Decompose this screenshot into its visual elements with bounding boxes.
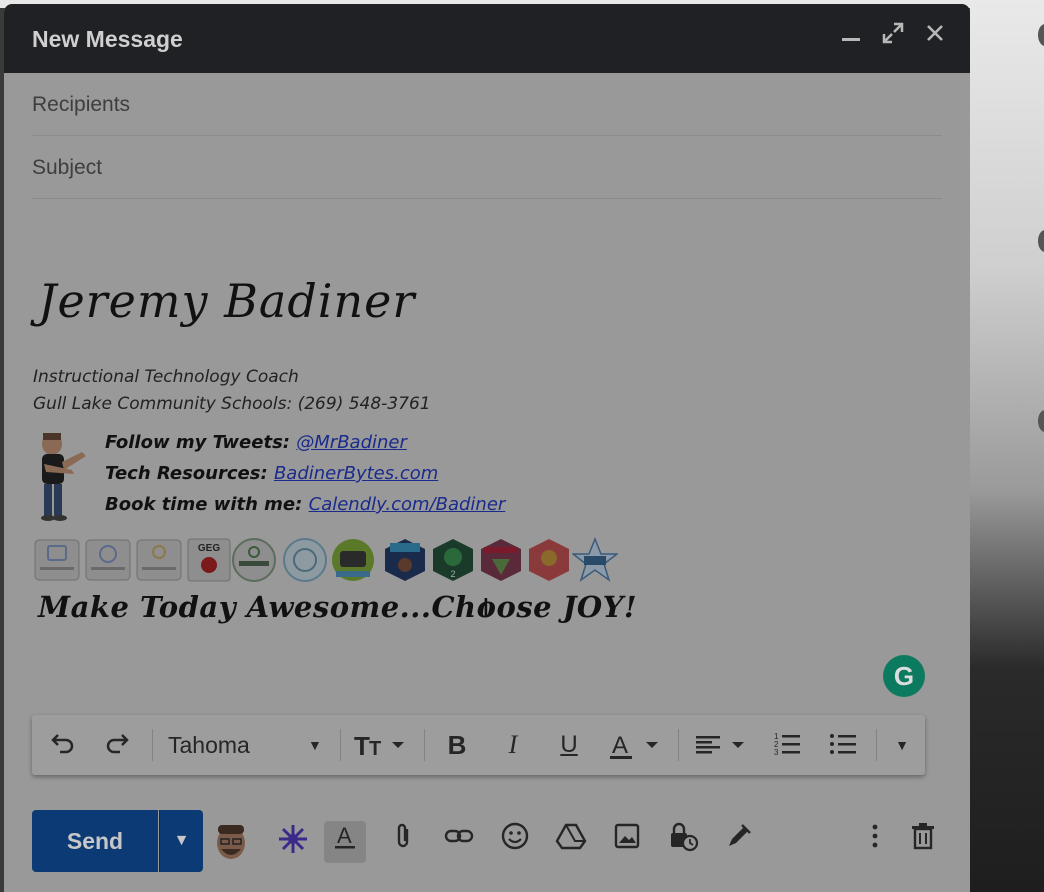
compose-title: New Message xyxy=(32,26,183,52)
compose-titlebar[interactable]: New Message xyxy=(4,4,970,73)
numbered-list-icon[interactable]: 123 xyxy=(770,729,804,761)
chevron-down-icon: ▼ xyxy=(308,737,322,753)
badge-certified-expert: 2 xyxy=(430,537,476,583)
toolbar-separator xyxy=(152,729,153,761)
compose-window: New Message Recipients Subject Jeremy Ba… xyxy=(4,4,970,892)
redo-icon[interactable] xyxy=(100,729,134,761)
badge-screencastify xyxy=(330,537,376,583)
calendly-label: Book time with me: xyxy=(105,494,303,515)
resources-label: Tech Resources: xyxy=(105,463,268,484)
drive-icon[interactable] xyxy=(550,821,592,863)
signature-pen-icon[interactable] xyxy=(718,821,760,863)
close-icon[interactable] xyxy=(920,22,950,52)
subject-field[interactable]: Subject xyxy=(32,136,942,199)
bold-icon[interactable]: B xyxy=(440,729,474,761)
formatting-toolbar: Tahoma ▼ TT B I U A 123 ▼ xyxy=(32,715,925,775)
badge-certified-innovator xyxy=(136,537,182,583)
recipients-field[interactable]: Recipients xyxy=(32,73,942,136)
text-cursor-icon: I xyxy=(482,592,490,623)
photo-icon[interactable] xyxy=(606,821,648,863)
badge-geg: GEG xyxy=(186,537,232,583)
svg-text:T: T xyxy=(354,731,370,761)
signature-role: Instructional Technology Coach xyxy=(33,367,299,387)
calendly-link[interactable]: Calendly.com/Badiner xyxy=(309,494,506,515)
send-button[interactable]: Send xyxy=(32,810,158,872)
svg-text:A: A xyxy=(612,732,628,759)
italic-icon[interactable]: I xyxy=(496,729,530,761)
twitter-link[interactable]: @MrBadiner xyxy=(296,432,407,453)
badge-certified-coach xyxy=(34,537,80,583)
more-formatting-icon[interactable]: ▼ xyxy=(888,729,916,761)
svg-text:3: 3 xyxy=(774,748,779,757)
toolbar-separator xyxy=(424,729,425,761)
text-color-icon[interactable]: A xyxy=(604,729,666,761)
confidential-mode-icon[interactable] xyxy=(662,821,704,863)
signature-twitter-line: Follow my Tweets: @MrBadiner xyxy=(105,432,407,453)
signature-name: Jeremy Badiner xyxy=(38,274,416,328)
undo-icon[interactable] xyxy=(46,729,80,761)
signature-calendly-line: Book time with me: Calendly.com/Badiner xyxy=(105,494,505,515)
svg-text:T: T xyxy=(369,738,381,760)
toolbar-separator xyxy=(678,729,679,761)
align-icon[interactable] xyxy=(690,729,752,761)
discard-draft-icon[interactable] xyxy=(902,821,944,863)
font-family-value: Tahoma xyxy=(168,732,250,758)
badge-circle xyxy=(282,537,328,583)
background-app-area xyxy=(970,0,1044,892)
svg-text:A: A xyxy=(337,823,352,848)
svg-text:GEG: GEG xyxy=(198,543,220,554)
svg-text:2: 2 xyxy=(450,569,455,579)
fullscreen-icon[interactable] xyxy=(878,22,908,52)
bitmoji-icon[interactable] xyxy=(208,821,254,863)
badge-ambassador xyxy=(231,537,277,583)
signature-motto: Make Today Awesome...Choose JOY! xyxy=(38,590,638,624)
emoji-icon[interactable] xyxy=(494,821,536,863)
minimize-icon[interactable] xyxy=(836,22,866,52)
toolbar-separator xyxy=(876,729,877,761)
more-options-icon[interactable] xyxy=(854,821,896,863)
bulleted-list-icon[interactable] xyxy=(826,729,860,761)
signature-org: Gull Lake Community Schools: (269) 548-3… xyxy=(33,394,431,414)
signature-resources-line: Tech Resources: BadinerBytes.com xyxy=(105,463,438,484)
bitmoji-avatar xyxy=(34,430,92,524)
subject-placeholder: Subject xyxy=(32,156,103,179)
badge-den-star xyxy=(570,536,620,583)
underline-icon[interactable]: U xyxy=(552,729,586,761)
toolbar-separator xyxy=(340,729,341,761)
attach-icon[interactable] xyxy=(382,821,424,863)
sparkle-icon[interactable] xyxy=(272,821,314,863)
badge-certified-trainer xyxy=(85,537,131,583)
grammarly-icon[interactable]: G xyxy=(883,655,925,697)
twitter-label: Follow my Tweets: xyxy=(105,432,290,453)
badge-creative-educator xyxy=(478,537,524,583)
send-options-button[interactable]: ▼ xyxy=(159,810,203,872)
badge-edpuzzle xyxy=(526,537,572,583)
link-icon[interactable] xyxy=(438,821,480,863)
badge-genially xyxy=(382,537,428,583)
font-family-dropdown[interactable]: Tahoma ▼ xyxy=(162,729,332,761)
formatting-options-icon[interactable]: A xyxy=(324,821,366,863)
resources-link[interactable]: BadinerBytes.com xyxy=(274,463,438,484)
font-size-icon[interactable]: TT xyxy=(350,729,412,761)
recipients-placeholder: Recipients xyxy=(32,93,131,116)
